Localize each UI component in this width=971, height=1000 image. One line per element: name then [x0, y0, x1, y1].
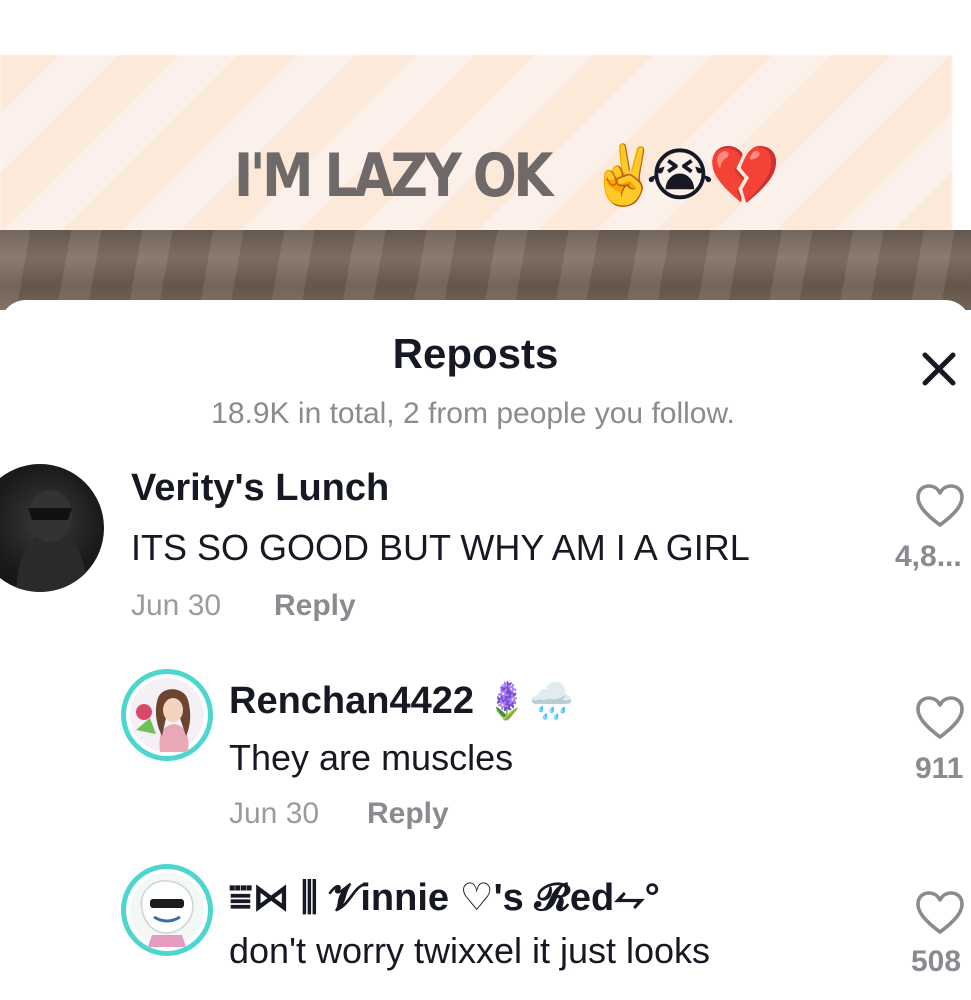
comment-text: ITS SO GOOD BUT WHY AM I A GIRL — [131, 527, 750, 568]
video-overlay-text: I'M LAZY OK — [234, 141, 553, 211]
broken-heart-emoji: 💔 — [708, 143, 781, 208]
username-emojis: 🪻🌧️ — [484, 680, 575, 721]
comment-username[interactable]: Renchan4422 🪻🌧️ — [229, 680, 574, 723]
like-count: 911 — [915, 752, 964, 785]
comment-text: don't worry twixxel it just looks — [229, 930, 711, 971]
video-background: I'M LAZY OK ✌️ 😭 💔 — [0, 0, 971, 310]
crying-face-emoji: 😭 — [646, 143, 714, 208]
sheet-title: Reposts — [392, 330, 559, 377]
like-count: 508 — [911, 945, 962, 978]
reply-button[interactable]: Reply — [274, 589, 356, 623]
like-count: 4,8... — [895, 540, 962, 573]
comment-username[interactable]: ⩸⋈ ⫼ 𝓥innie ♡'s 𝓡ed⥊° — [229, 875, 660, 920]
avatar[interactable] — [121, 669, 213, 761]
close-button[interactable] — [915, 345, 965, 395]
username-text: Renchan4422 — [229, 680, 475, 722]
heart-icon[interactable] — [914, 694, 966, 742]
avatar-image — [130, 678, 204, 752]
comment-text: They are muscles — [229, 737, 514, 778]
repost-summary: 18.9K in total, 2 from people you follow… — [211, 397, 735, 430]
reply-button[interactable]: Reply — [367, 797, 449, 831]
comment-username[interactable]: Verity's Lunch — [131, 467, 389, 510]
close-icon — [922, 352, 956, 386]
avatar-image — [130, 873, 204, 947]
heart-icon[interactable] — [914, 889, 966, 937]
video-footage-strip — [0, 230, 971, 310]
comment-date: Jun 30 — [131, 589, 222, 622]
heart-icon[interactable] — [914, 482, 966, 530]
victory-hand-emoji: ✌️ — [588, 143, 661, 208]
comment-date: Jun 30 — [229, 797, 320, 830]
avatar[interactable] — [121, 864, 213, 956]
